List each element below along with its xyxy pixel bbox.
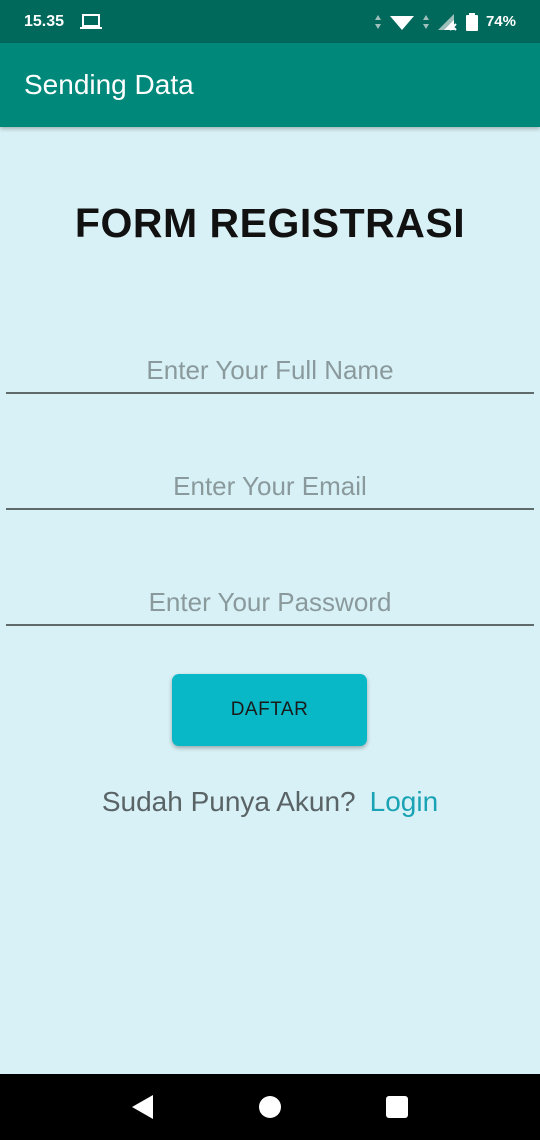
email-field xyxy=(6,458,534,510)
wifi-icon xyxy=(389,13,414,31)
laptop-icon xyxy=(80,13,103,30)
email-input[interactable] xyxy=(6,471,534,502)
app-title: Sending Data xyxy=(24,69,194,100)
battery-icon xyxy=(465,12,478,31)
data-arrows-icon-2 xyxy=(422,14,430,30)
home-icon[interactable] xyxy=(250,1087,290,1127)
password-input[interactable] xyxy=(6,587,534,618)
full-name-input[interactable] xyxy=(6,355,534,386)
status-right: 74% xyxy=(374,12,516,31)
recents-icon[interactable] xyxy=(377,1087,417,1127)
daftar-button[interactable]: DAFTAR xyxy=(172,674,367,746)
signal-no-service-icon xyxy=(437,13,458,31)
data-arrows-icon xyxy=(374,14,382,30)
navigation-bar xyxy=(0,1074,540,1140)
status-bar: 15.35 74% xyxy=(0,0,540,43)
form-title: FORM REGISTRASI xyxy=(74,200,466,246)
back-icon[interactable] xyxy=(123,1087,163,1127)
login-link[interactable]: Login xyxy=(370,786,439,818)
full-name-field xyxy=(6,342,534,394)
app-bar: Sending Data xyxy=(0,43,540,127)
login-question: Sudah Punya Akun? xyxy=(101,786,356,817)
status-left: 15.35 xyxy=(24,12,103,31)
battery-percent: 74% xyxy=(485,13,516,30)
password-field xyxy=(6,574,534,626)
login-row: Sudah Punya Akun? Login xyxy=(0,786,540,818)
status-time: 15.35 xyxy=(24,12,65,30)
